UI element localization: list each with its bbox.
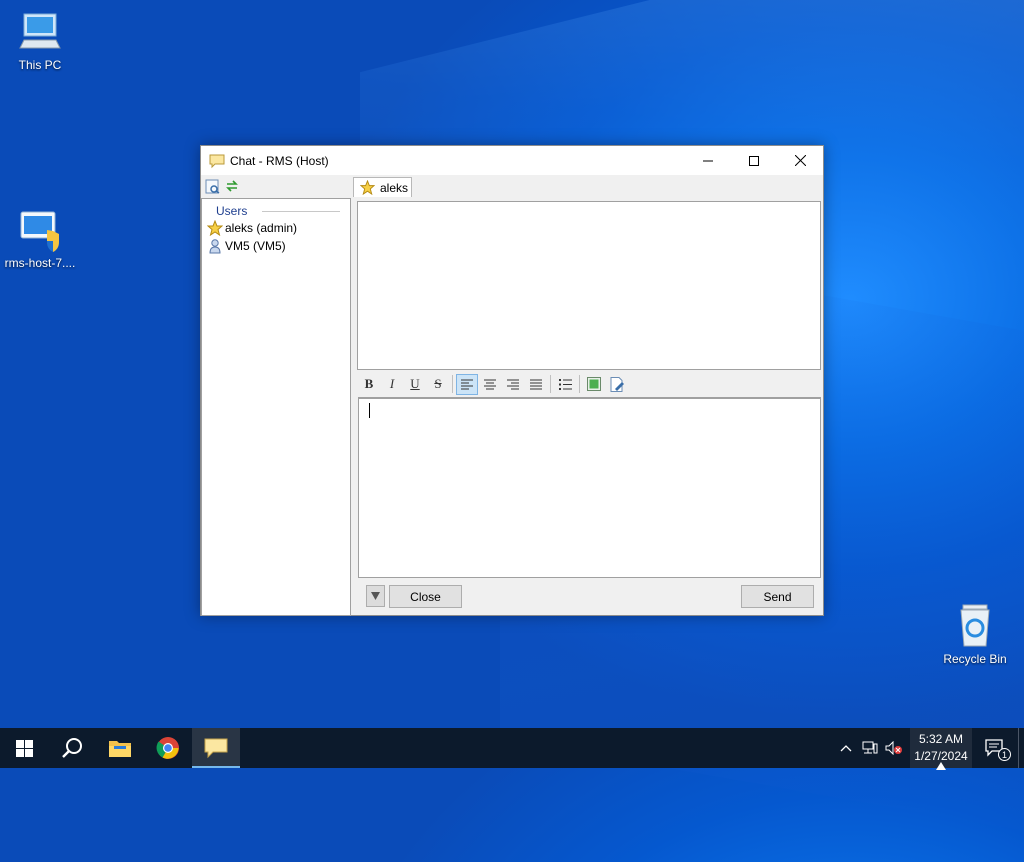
desktop-icon-recycle-bin[interactable]: Recycle Bin: [935, 602, 1015, 666]
refresh-button[interactable]: [224, 178, 240, 194]
volume-button[interactable]: [882, 728, 906, 768]
toolbar-separator: [452, 375, 453, 393]
user-name: VM5 (VM5): [225, 239, 286, 253]
options-dropdown-button[interactable]: [366, 585, 385, 607]
star-icon: [207, 220, 223, 236]
title-bar[interactable]: Chat - RMS (Host): [201, 146, 823, 175]
align-center-button[interactable]: [479, 374, 501, 395]
desktop-icon-label: Recycle Bin: [943, 652, 1007, 666]
close-window-button[interactable]: [777, 146, 823, 175]
show-hidden-icons-button[interactable]: [834, 728, 858, 768]
bullet-list-button[interactable]: [554, 374, 576, 395]
network-button[interactable]: [858, 728, 882, 768]
user-properties-button[interactable]: [204, 178, 220, 194]
insert-file-button[interactable]: [606, 374, 628, 395]
person-icon: [209, 239, 221, 254]
system-tray: 5:32 AM 1/27/2024 1: [834, 728, 1024, 768]
align-right-button[interactable]: [502, 374, 524, 395]
divider: [262, 211, 340, 212]
underline-button[interactable]: U: [404, 374, 426, 395]
chat-window: Chat - RMS (Host) Users aleks (admin) VM…: [200, 145, 824, 616]
computer-icon: [19, 13, 61, 49]
desktop-icon-this-pc[interactable]: This PC: [0, 10, 80, 72]
desktop-icon-rms-host[interactable]: rms-host-7....: [0, 210, 80, 270]
minimize-icon: [703, 160, 713, 161]
bullet-list-icon: [558, 378, 572, 390]
chat-bubble-icon: [209, 154, 225, 168]
user-item-vm5[interactable]: VM5 (VM5): [202, 237, 350, 255]
close-button[interactable]: Close: [389, 585, 462, 608]
notification-count-badge: 1: [998, 748, 1011, 761]
strikethrough-button[interactable]: S: [427, 374, 449, 395]
taskbar: 5:32 AM 1/27/2024 1: [0, 728, 1024, 768]
text-caret: [369, 403, 370, 418]
user-item-aleks[interactable]: aleks (admin): [202, 219, 350, 237]
start-button[interactable]: [0, 728, 48, 768]
file-explorer-icon: [109, 741, 131, 757]
align-justify-button[interactable]: [525, 374, 547, 395]
bottom-bar: Close Send: [357, 583, 821, 613]
send-button[interactable]: Send: [741, 585, 814, 608]
insert-image-icon: [587, 377, 601, 391]
tab-label: aleks: [380, 180, 409, 195]
action-center-button[interactable]: 1: [972, 728, 1018, 768]
users-pane: Users aleks (admin) VM5 (VM5): [201, 175, 352, 616]
network-icon: [862, 741, 878, 754]
windows-start-icon: [15, 739, 33, 757]
desktop-icon-label: This PC: [18, 58, 62, 72]
show-desktop-button[interactable]: [1018, 728, 1024, 768]
chat-pane: aleks B I U S Close Send: [353, 175, 824, 616]
users-group-header: Users: [202, 199, 350, 219]
users-list: Users aleks (admin) VM5 (VM5): [201, 198, 351, 616]
bold-button[interactable]: B: [358, 374, 380, 395]
mouse-cursor: [936, 762, 946, 770]
format-toolbar: B I U S: [357, 373, 821, 395]
maximize-button[interactable]: [731, 146, 777, 175]
volume-muted-icon: [885, 741, 902, 755]
align-right-icon: [507, 379, 519, 389]
message-input[interactable]: [358, 397, 821, 578]
search-icon: [62, 738, 82, 758]
insert-file-icon: [610, 376, 624, 392]
window-title: Chat - RMS (Host): [230, 153, 329, 168]
tab-aleks[interactable]: aleks: [353, 177, 412, 197]
file-explorer-button[interactable]: [96, 728, 144, 768]
minimize-button[interactable]: [685, 146, 731, 175]
align-left-button[interactable]: [456, 373, 478, 395]
user-name: aleks (admin): [225, 221, 298, 235]
chevron-up-icon: [840, 745, 852, 752]
toolbar-separator: [579, 375, 580, 393]
desktop-icon-label: rms-host-7....: [4, 256, 76, 270]
chrome-icon: [156, 737, 179, 759]
maximize-icon: [749, 155, 759, 166]
user-properties-icon: [205, 179, 219, 194]
chat-app-icon: [204, 738, 228, 759]
close-icon: [794, 155, 806, 166]
star-icon: [360, 180, 375, 195]
refresh-arrows-icon: [226, 180, 238, 192]
toolbar-separator: [550, 375, 551, 393]
clock-time: 5:32 AM: [918, 732, 964, 746]
chat-history[interactable]: [357, 201, 821, 370]
users-group-label: Users: [215, 204, 249, 218]
align-justify-icon: [530, 379, 542, 389]
dropdown-arrow-icon: [371, 592, 380, 600]
recycle-bin-icon: [960, 604, 990, 647]
chrome-button[interactable]: [144, 728, 192, 768]
users-toolbar: [201, 175, 352, 197]
tab-strip: aleks: [353, 175, 824, 197]
align-left-icon: [461, 379, 473, 389]
italic-button[interactable]: I: [381, 374, 403, 395]
align-center-icon: [484, 379, 496, 389]
installer-shield-icon: [20, 211, 59, 252]
chat-taskbar-button[interactable]: [192, 728, 240, 768]
insert-image-button[interactable]: [583, 374, 605, 395]
search-button[interactable]: [48, 728, 96, 768]
